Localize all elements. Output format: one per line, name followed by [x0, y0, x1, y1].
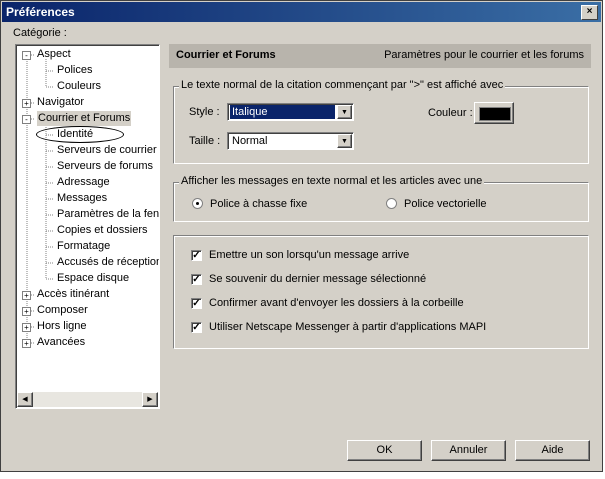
ok-button[interactable]: OK	[347, 440, 422, 461]
vector-font-radio[interactable]	[386, 198, 397, 209]
option-checkbox[interactable]: ✓	[191, 322, 202, 333]
size-dropdown-button[interactable]: ▼	[337, 134, 352, 148]
tree-item[interactable]: Serveurs de courrier	[57, 143, 157, 158]
option-checkbox[interactable]: ✓	[191, 274, 202, 285]
highlight-ellipse	[36, 126, 124, 143]
size-select[interactable]: Normal ▼	[227, 132, 354, 150]
tree-item[interactable]: Adressage	[57, 175, 110, 190]
option-label[interactable]: Confirmer avant d'envoyer les dossiers à…	[209, 297, 464, 309]
expand-icon[interactable]: +	[22, 339, 31, 348]
close-button[interactable]: ×	[581, 5, 598, 20]
option-label[interactable]: Se souvenir du dernier message sélection…	[209, 273, 426, 285]
tree-item[interactable]: Polices	[57, 63, 92, 78]
expand-icon[interactable]: +	[22, 307, 31, 316]
color-swatch	[479, 107, 511, 121]
quote-group-legend: Le texte normal de la citation commençan…	[179, 79, 506, 91]
expand-icon[interactable]: +	[22, 99, 31, 108]
style-label: Style :	[189, 106, 220, 118]
option-checkbox[interactable]: ✓	[191, 250, 202, 261]
color-label: Couleur :	[428, 107, 473, 119]
tree-item[interactable]: Accusés de réception	[57, 255, 159, 270]
option-label[interactable]: Emettre un son lorsqu'un message arrive	[209, 249, 409, 261]
collapse-icon[interactable]: -	[22, 51, 31, 60]
cancel-button[interactable]: Annuler	[431, 440, 506, 461]
arrow-right-icon: ▶	[147, 396, 153, 403]
vector-font-label[interactable]: Police vectorielle	[404, 198, 487, 210]
tree-item[interactable]: Serveurs de forums	[57, 159, 153, 174]
tree-item[interactable]: Navigator	[37, 95, 84, 110]
tree-horizontal-scrollbar[interactable]: ◀ ▶	[17, 392, 158, 407]
option-label[interactable]: Utiliser Netscape Messenger à partir d'a…	[209, 321, 486, 333]
close-icon: ×	[586, 6, 593, 17]
preferences-dialog: Préférences × Catégorie : - Aspect Polices…	[0, 0, 603, 472]
arrow-left-icon: ◀	[22, 396, 28, 403]
tree-item[interactable]: Copies et dossiers	[57, 223, 148, 238]
panel-header: Courrier et Forums Paramètres pour le co…	[169, 44, 591, 68]
tree-item[interactable]: Hors ligne	[37, 319, 87, 334]
style-dropdown-button[interactable]: ▼	[337, 105, 352, 119]
collapse-icon[interactable]: -	[22, 115, 31, 124]
title-bar[interactable]: Préférences ×	[2, 2, 601, 22]
style-select[interactable]: Italique ▼	[227, 103, 354, 121]
tree-item[interactable]: Formatage	[57, 239, 110, 254]
size-value: Normal	[232, 135, 268, 147]
panel-title: Courrier et Forums	[176, 49, 276, 61]
scroll-right-button[interactable]: ▶	[142, 392, 158, 407]
window-title: Préférences	[6, 5, 75, 19]
tree-item[interactable]: Messages	[57, 191, 107, 206]
expand-icon[interactable]: +	[22, 291, 31, 300]
option-checkbox[interactable]: ✓	[191, 298, 202, 309]
tree-item[interactable]: Accès itinérant	[37, 287, 109, 302]
tree-item[interactable]: Courrier et Forums	[37, 111, 132, 126]
size-label: Taille :	[189, 135, 221, 147]
category-label: Catégorie :	[13, 27, 67, 39]
style-value: Italique	[230, 105, 335, 119]
color-picker-button[interactable]	[474, 102, 514, 124]
category-tree[interactable]: - Aspect Polices Couleurs + Navigator - Courrie…	[15, 44, 160, 409]
tree-item[interactable]: Avancées	[37, 335, 85, 350]
chevron-down-icon: ▼	[341, 109, 348, 116]
chevron-down-icon: ▼	[341, 138, 348, 145]
tree-item[interactable]: Couleurs	[57, 79, 101, 94]
fixed-font-radio[interactable]	[192, 198, 203, 209]
font-group-legend: Afficher les messages en texte normal et…	[179, 175, 485, 187]
help-button[interactable]: Aide	[515, 440, 590, 461]
expand-icon[interactable]: +	[22, 323, 31, 332]
tree-item[interactable]: Composer	[37, 303, 88, 318]
scroll-left-button[interactable]: ◀	[17, 392, 33, 407]
fixed-font-label[interactable]: Police à chasse fixe	[210, 198, 307, 210]
quote-style-group	[173, 86, 589, 164]
tree-item[interactable]: Paramètres de la fenê	[57, 207, 159, 222]
panel-subtitle: Paramètres pour le courrier et les forum…	[384, 49, 584, 61]
tree-item[interactable]: Aspect	[37, 47, 71, 62]
tree-item[interactable]: Espace disque	[57, 271, 129, 286]
